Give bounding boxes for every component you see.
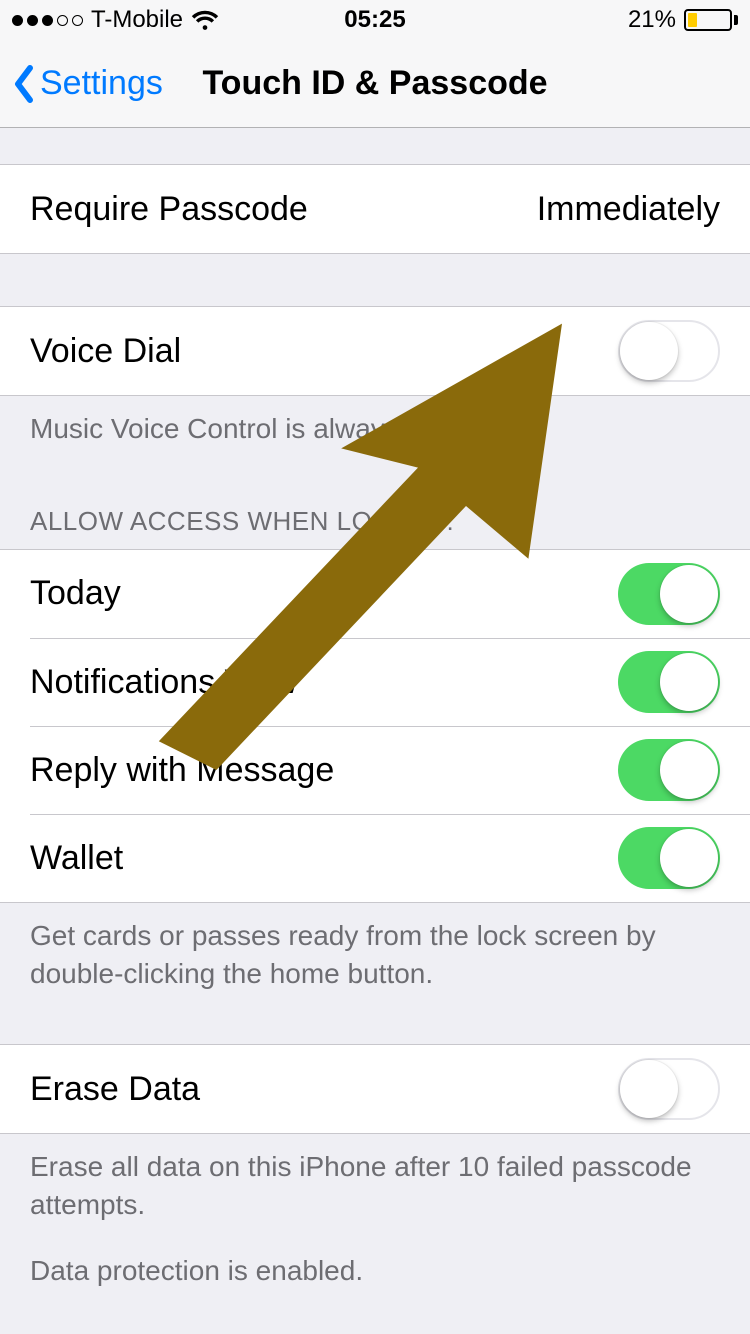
erase-data-row: Erase Data xyxy=(0,1045,750,1133)
require-passcode-label: Require Passcode xyxy=(30,190,537,229)
status-left: T-Mobile xyxy=(12,6,219,34)
today-toggle[interactable] xyxy=(618,563,720,625)
erase-data-label: Erase Data xyxy=(30,1070,618,1109)
require-passcode-value: Immediately xyxy=(537,190,720,229)
list-item-label: Reply with Message xyxy=(30,751,618,790)
list-item-label: Wallet xyxy=(30,839,618,878)
voice-dial-group: Voice Dial xyxy=(0,306,750,396)
allow-access-header: ALLOW ACCESS WHEN LOCKED: xyxy=(0,506,750,549)
battery-icon xyxy=(684,9,738,31)
carrier-label: T-Mobile xyxy=(91,6,183,34)
voice-dial-label: Voice Dial xyxy=(30,332,618,371)
status-right: 21% xyxy=(628,6,738,34)
erase-data-group: Erase Data xyxy=(0,1044,750,1134)
erase-data-footer-1: Erase all data on this iPhone after 10 f… xyxy=(0,1134,750,1224)
require-passcode-row[interactable]: Require Passcode Immediately xyxy=(0,165,750,253)
allow-access-notifications-row: Notifications View xyxy=(30,638,750,726)
battery-percent-label: 21% xyxy=(628,6,676,34)
allow-access-group: Today Notifications View Reply with Mess… xyxy=(0,549,750,903)
reply-with-message-toggle[interactable] xyxy=(618,739,720,801)
erase-data-footer-2: Data protection is enabled. xyxy=(0,1224,750,1290)
voice-dial-row: Voice Dial xyxy=(0,307,750,395)
list-item-label: Today xyxy=(30,574,618,613)
wallet-toggle[interactable] xyxy=(618,827,720,889)
status-bar: T-Mobile 05:25 21% xyxy=(0,0,750,40)
wifi-icon xyxy=(191,9,219,31)
allow-access-reply-row: Reply with Message xyxy=(30,726,750,814)
erase-data-toggle[interactable] xyxy=(618,1058,720,1120)
allow-access-wallet-row: Wallet xyxy=(30,814,750,902)
voice-dial-footer: Music Voice Control is always enabled. xyxy=(0,396,750,448)
nav-bar: Settings Touch ID & Passcode xyxy=(0,40,750,128)
back-button[interactable]: Settings xyxy=(0,64,163,104)
notifications-view-toggle[interactable] xyxy=(618,651,720,713)
voice-dial-toggle[interactable] xyxy=(618,320,720,382)
list-item-label: Notifications View xyxy=(30,663,618,702)
chevron-left-icon xyxy=(12,64,36,104)
back-button-label: Settings xyxy=(40,64,163,103)
allow-access-footer: Get cards or passes ready from the lock … xyxy=(0,903,750,993)
require-passcode-group: Require Passcode Immediately xyxy=(0,164,750,254)
allow-access-today-row: Today xyxy=(0,550,750,638)
signal-strength-icon xyxy=(12,15,83,26)
